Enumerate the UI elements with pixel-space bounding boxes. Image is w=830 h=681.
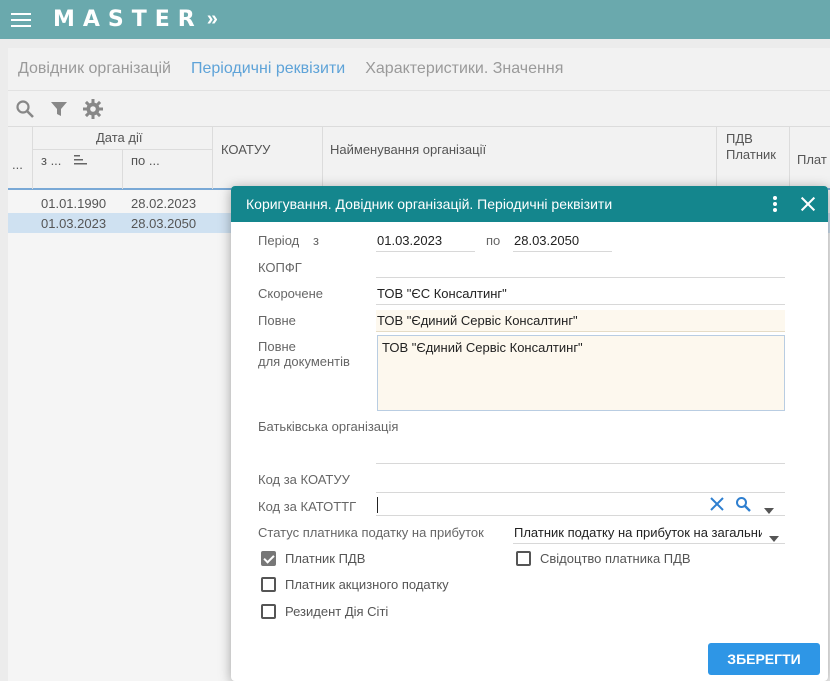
dialog-header: Коригування. Довідник організацій. Періо… <box>231 186 828 222</box>
tab-bar: Довідник організацій Періодичні реквізит… <box>8 48 830 90</box>
parent-org-label: Батьківська організація <box>258 419 399 434</box>
dropdown-arrow-icon[interactable] <box>769 530 779 545</box>
period-to-input[interactable]: 28.03.2050 <box>513 230 612 252</box>
gear-icon[interactable] <box>82 98 104 120</box>
expand-double-chevron-icon[interactable]: » <box>207 8 218 31</box>
period-from-label: з <box>313 233 319 248</box>
text-cursor <box>377 497 378 513</box>
more-options-icon[interactable] <box>766 195 784 213</box>
date-to-header[interactable]: по ... <box>131 153 160 168</box>
grid-header: ... Дата дії з ... по ... КОАТУУ Наймену… <box>8 126 830 190</box>
dropdown-arrow-icon[interactable] <box>764 502 774 517</box>
docs-name-label-line2: для документів <box>258 354 350 369</box>
pdv-payer-header[interactable]: Платник <box>726 147 776 162</box>
filter-icon[interactable] <box>48 98 70 120</box>
row-options-header[interactable]: ... <box>12 157 23 172</box>
menu-icon[interactable] <box>11 12 31 27</box>
full-name-label: Повне <box>258 313 296 328</box>
close-icon[interactable] <box>798 194 818 214</box>
kopfg-input[interactable] <box>376 256 785 278</box>
search-icon[interactable] <box>735 496 751 515</box>
diia-city-resident-checkbox[interactable]: Резидент Дія Сіті <box>261 604 388 619</box>
short-name-input[interactable]: ТОВ "ЄС Консалтинг" <box>376 283 785 305</box>
full-name-input[interactable]: ТОВ "Єдиний Сервіс Консалтинг" <box>376 310 785 332</box>
org-name-header[interactable]: Найменування організації <box>330 142 486 157</box>
kopfg-label: КОПФГ <box>258 260 302 275</box>
grid-toolbar <box>8 90 830 126</box>
save-button[interactable]: ЗБЕРЕГТИ <box>708 643 820 675</box>
vat-certificate-checkbox[interactable]: Свідоцтво платника ПДВ <box>516 551 691 566</box>
period-label: Період <box>258 233 300 248</box>
docs-name-label-line1: Повне <box>258 339 296 354</box>
date-from-cell: 01.03.2023 <box>41 216 107 231</box>
sort-icon[interactable] <box>74 154 88 169</box>
checkbox[interactable] <box>261 604 276 619</box>
koatuu-label: Код за КОАТУУ <box>258 472 350 487</box>
tab-periodic-details[interactable]: Періодичні реквізити <box>191 60 345 78</box>
date-from-cell: 01.01.1990 <box>41 196 107 211</box>
tab-organizations[interactable]: Довідник організацій <box>18 60 171 78</box>
tax-status-select[interactable]: Платник податку на прибуток на загальних <box>513 520 785 544</box>
dialog-title: Коригування. Довідник організацій. Періо… <box>246 196 613 212</box>
date-from-header[interactable]: з ... <box>41 153 61 168</box>
checkbox-checked[interactable] <box>261 551 276 566</box>
checkbox[interactable] <box>261 577 276 592</box>
payer-header[interactable]: Плат <box>797 152 827 167</box>
tax-status-value: Платник податку на прибуток на загальних <box>514 525 762 540</box>
koatuu-header[interactable]: КОАТУУ <box>221 142 270 157</box>
tax-status-label: Статус платника податку на прибуток <box>258 525 484 540</box>
date-to-cell: 28.02.2023 <box>131 196 197 211</box>
short-name-label: Скорочене <box>258 286 324 301</box>
docs-name-textarea[interactable]: ТОВ "Єдиний Сервіс Консалтинг" <box>377 335 785 411</box>
date-to-cell: 28.03.2050 <box>131 216 197 231</box>
pdv-header[interactable]: ПДВ <box>726 131 753 146</box>
period-from-input[interactable]: 01.03.2023 <box>376 230 475 252</box>
period-to-label: по <box>486 233 501 248</box>
app-brand: MASTER <box>53 7 203 32</box>
tab-characteristics[interactable]: Характеристики. Значення <box>365 60 563 78</box>
katottg-input[interactable] <box>376 492 785 516</box>
checkbox[interactable] <box>516 551 531 566</box>
date-range-header: Дата дії <box>96 130 143 145</box>
edit-dialog: Коригування. Довідник організацій. Періо… <box>231 186 828 681</box>
katottg-label: Код за КАТОТТГ <box>258 499 357 514</box>
clear-icon[interactable] <box>710 497 724 514</box>
top-bar: MASTER » <box>0 0 830 39</box>
search-icon[interactable] <box>14 98 36 120</box>
excise-payer-checkbox[interactable]: Платник акцизного податку <box>261 577 449 592</box>
vat-payer-checkbox[interactable]: Платник ПДВ <box>261 551 365 566</box>
parent-org-input[interactable] <box>376 442 785 464</box>
